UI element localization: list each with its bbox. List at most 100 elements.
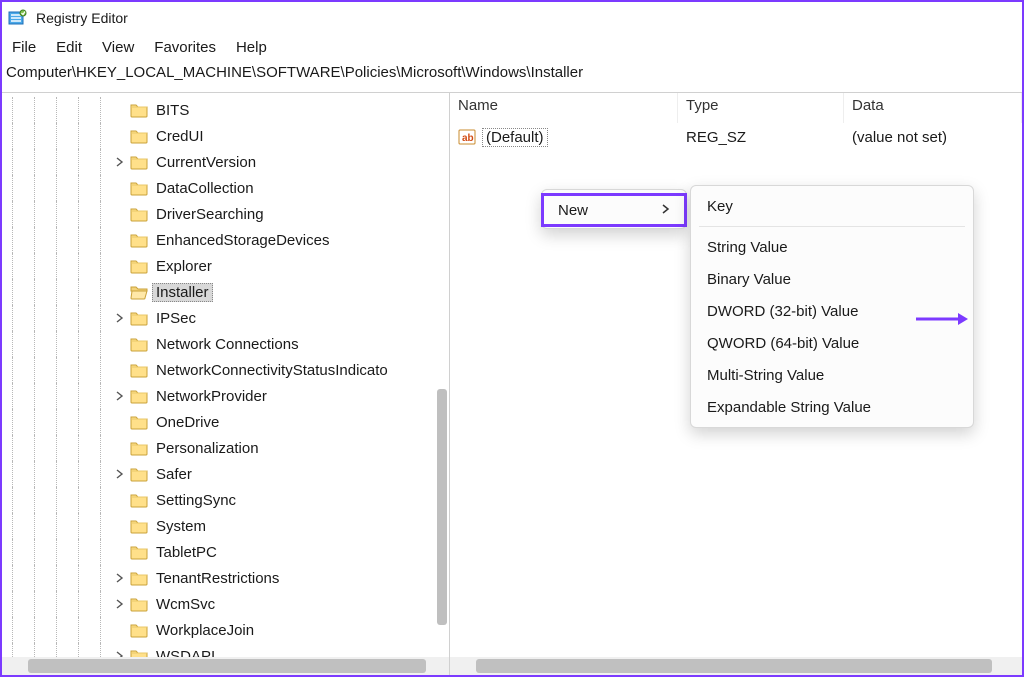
value-data: (value not set) xyxy=(844,129,1022,146)
menu-view[interactable]: View xyxy=(94,37,146,60)
tree-expander xyxy=(112,128,128,144)
menu-help[interactable]: Help xyxy=(228,37,279,60)
tree-expander[interactable] xyxy=(112,570,128,586)
submenu-multi-string-value[interactable]: Multi-String Value xyxy=(691,359,973,391)
tree-item[interactable]: TabletPC xyxy=(2,539,449,565)
menu-file[interactable]: File xyxy=(4,37,48,60)
tree-item-label: NetworkConnectivityStatusIndicato xyxy=(152,361,392,380)
tree-item-label: Network Connections xyxy=(152,335,303,354)
tree-item[interactable]: WSDAPI xyxy=(2,643,449,657)
tree-item[interactable]: WcmSvc xyxy=(2,591,449,617)
submenu-expandable-string-value[interactable]: Expandable String Value xyxy=(691,391,973,423)
tree-item-label: SettingSync xyxy=(152,491,240,510)
menu-bar: File Edit View Favorites Help xyxy=(2,34,1022,62)
tree-item-label: DriverSearching xyxy=(152,205,268,224)
tree-item[interactable]: WorkplaceJoin xyxy=(2,617,449,643)
tree-expander xyxy=(112,362,128,378)
tree-expander xyxy=(112,180,128,196)
tree-item-label: Explorer xyxy=(152,257,216,276)
tree-expander xyxy=(112,492,128,508)
submenu-binary-value[interactable]: Binary Value xyxy=(691,263,973,295)
value-name: (Default) xyxy=(482,128,548,147)
tree-item[interactable]: CurrentVersion xyxy=(2,149,449,175)
column-data[interactable]: Data xyxy=(844,93,1022,123)
tree-item[interactable]: BITS xyxy=(2,97,449,123)
tree-item[interactable]: DataCollection xyxy=(2,175,449,201)
tree-expander[interactable] xyxy=(112,388,128,404)
title-bar: Registry Editor xyxy=(2,2,1022,34)
tree-item-label: BITS xyxy=(152,101,193,120)
value-row[interactable]: ab (Default) REG_SZ (value not set) xyxy=(450,123,1022,151)
tree-item[interactable]: CredUI xyxy=(2,123,449,149)
column-type[interactable]: Type xyxy=(678,93,844,123)
tree-expander[interactable] xyxy=(112,596,128,612)
folder-icon xyxy=(130,518,148,534)
chevron-right-icon xyxy=(662,204,670,217)
folder-icon xyxy=(130,154,148,170)
tree-item[interactable]: Personalization xyxy=(2,435,449,461)
address-bar[interactable]: Computer\HKEY_LOCAL_MACHINE\SOFTWARE\Pol… xyxy=(2,62,1022,88)
tree-expander xyxy=(112,102,128,118)
folder-icon xyxy=(130,388,148,404)
folder-icon xyxy=(130,284,148,300)
submenu-separator xyxy=(699,226,965,227)
tree-panel: BITS CredUI CurrentVersionDataCollection Dr… xyxy=(2,93,450,675)
tree-item[interactable]: Explorer xyxy=(2,253,449,279)
tree-horizontal-scrollbar[interactable] xyxy=(2,657,449,675)
tree-item[interactable]: System xyxy=(2,513,449,539)
tree-expander[interactable] xyxy=(112,310,128,326)
submenu-key[interactable]: Key xyxy=(691,190,973,222)
tree-item-label: TabletPC xyxy=(152,543,221,562)
column-name[interactable]: Name xyxy=(450,93,678,123)
folder-icon xyxy=(130,622,148,638)
tree-item-label: WorkplaceJoin xyxy=(152,621,258,640)
context-submenu-new[interactable]: Key String Value Binary Value DWORD (32-… xyxy=(690,185,974,428)
context-menu[interactable]: New xyxy=(541,189,687,229)
tree-item-label: CredUI xyxy=(152,127,208,146)
tree-expander xyxy=(112,258,128,274)
window-title: Registry Editor xyxy=(36,10,128,26)
values-horizontal-scrollbar[interactable] xyxy=(450,657,1022,675)
tree-expander[interactable] xyxy=(112,466,128,482)
folder-icon xyxy=(130,362,148,378)
folder-icon xyxy=(130,128,148,144)
folder-icon xyxy=(130,570,148,586)
regedit-icon xyxy=(8,8,28,28)
tree-item-label: TenantRestrictions xyxy=(152,569,283,588)
tree-item-label: OneDrive xyxy=(152,413,223,432)
tree-vertical-scrollbar[interactable] xyxy=(437,389,447,625)
menu-favorites[interactable]: Favorites xyxy=(146,37,228,60)
tree-item[interactable]: NetworkConnectivityStatusIndicato xyxy=(2,357,449,383)
folder-icon xyxy=(130,336,148,352)
tree-expander xyxy=(112,544,128,560)
tree-item[interactable]: DriverSearching xyxy=(2,201,449,227)
folder-icon xyxy=(130,414,148,430)
context-menu-new[interactable]: New xyxy=(542,194,686,226)
address-path: Computer\HKEY_LOCAL_MACHINE\SOFTWARE\Pol… xyxy=(6,64,583,81)
string-value-icon: ab xyxy=(458,128,478,146)
menu-edit[interactable]: Edit xyxy=(48,37,94,60)
tree-item[interactable]: TenantRestrictions xyxy=(2,565,449,591)
tree-item[interactable]: SettingSync xyxy=(2,487,449,513)
tree-item-label: NetworkProvider xyxy=(152,387,271,406)
tree-expander xyxy=(112,284,128,300)
tree-item[interactable]: Installer xyxy=(2,279,449,305)
tree-item[interactable]: OneDrive xyxy=(2,409,449,435)
tree-item[interactable]: IPSec xyxy=(2,305,449,331)
tree-item-label: EnhancedStorageDevices xyxy=(152,231,333,250)
tree-item-label: Personalization xyxy=(152,439,263,458)
tree-item-label: Installer xyxy=(152,283,213,302)
folder-icon xyxy=(130,648,148,657)
tree-item[interactable]: NetworkProvider xyxy=(2,383,449,409)
tree-expander[interactable] xyxy=(112,648,128,657)
tree-item[interactable]: EnhancedStorageDevices xyxy=(2,227,449,253)
folder-icon xyxy=(130,206,148,222)
tree-item-label: IPSec xyxy=(152,309,200,328)
tree-expander xyxy=(112,440,128,456)
submenu-qword-64-value[interactable]: QWORD (64-bit) Value xyxy=(691,327,973,359)
tree-item[interactable]: Network Connections xyxy=(2,331,449,357)
tree-expander[interactable] xyxy=(112,154,128,170)
registry-tree[interactable]: BITS CredUI CurrentVersionDataCollection Dr… xyxy=(2,93,449,657)
tree-item[interactable]: Safer xyxy=(2,461,449,487)
submenu-string-value[interactable]: String Value xyxy=(691,231,973,263)
